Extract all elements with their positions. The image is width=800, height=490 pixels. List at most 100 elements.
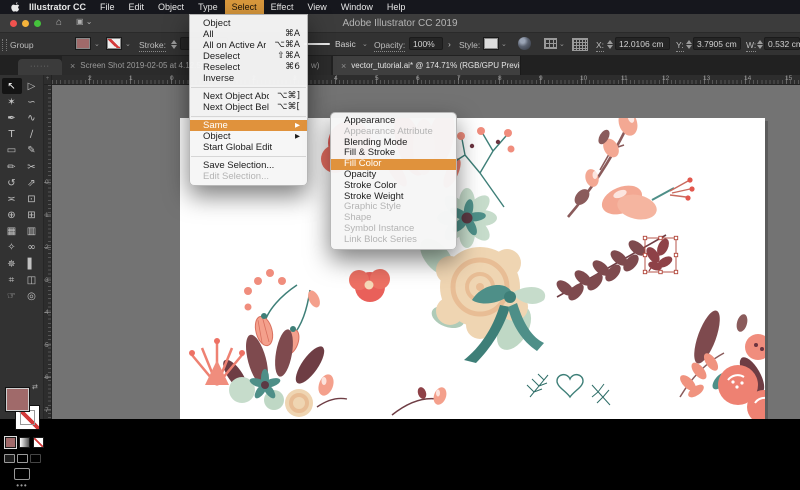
draw-normal-button[interactable] [4,454,15,463]
brush-chevron-icon[interactable]: ⌄ [362,40,368,48]
gradient-mode-button[interactable] [19,437,30,448]
selection-tool-icon[interactable]: ↖ [1,78,22,95]
menubar-item-object[interactable]: Object [151,0,191,14]
menu-item-opacity[interactable]: Opacity [331,170,456,181]
document-tab-active[interactable]: × vector_tutorial.ai* @ 174.71% (RGB/GPU … [333,56,521,75]
fill-chevron-icon[interactable]: ⌄ [94,40,100,48]
menubar-item-view[interactable]: View [300,0,333,14]
menu-item-blending-mode[interactable]: Blending Mode [331,138,456,149]
type-tool-icon[interactable]: T [2,127,22,143]
x-value-field[interactable]: 12.0106 cm [615,37,670,50]
menu-item-next-object-above[interactable]: Next Object Above ⌥⌘] [190,91,307,102]
blend-tool-icon[interactable]: ∞ [22,240,42,256]
rotate-tool-icon[interactable]: ↺ [2,175,22,191]
tab-bar-stub[interactable]: ······ [18,59,62,75]
menu-item-all[interactable]: All ⌘A [190,29,307,40]
close-tab-icon[interactable]: × [341,61,346,71]
curvature-tool-icon[interactable]: ∿ [22,110,42,126]
horizontal-ruler[interactable]: 210123456789101112131415 [52,75,800,85]
panel-grip[interactable] [2,39,7,51]
symbol-sprayer-tool-icon[interactable]: ✵ [2,256,22,272]
menubar-item-effect[interactable]: Effect [264,0,301,14]
menu-item-same[interactable]: Same ▶ [190,120,307,131]
line-segment-tool-icon[interactable]: ∕ [22,127,42,143]
arrange-documents-icon[interactable] [544,38,557,49]
menubar-item-edit[interactable]: Edit [122,0,152,14]
artboard-tool-icon[interactable]: ⌗ [2,272,22,288]
rectangle-tool-icon[interactable]: ▭ [2,143,22,159]
ruler-origin-corner[interactable]: + [44,75,52,85]
menu-item-all-on-active-artboard[interactable]: All on Active Artboard ⌥⌘A [190,40,307,51]
stroke-chevron-icon[interactable]: ⌄ [125,40,131,48]
hand-tool-icon[interactable]: ☞ [2,288,22,304]
scale-tool-icon[interactable]: ⇗ [22,175,42,191]
paintbrush-tool-icon[interactable]: ✎ [22,143,42,159]
opacity-field[interactable]: 100% [409,37,443,50]
edit-toolbar-dots[interactable]: ••• [0,481,44,490]
y-value-field[interactable]: 3.7905 cm [693,37,741,50]
opacity-more-arrow[interactable]: › [448,39,451,49]
menubar-item-file[interactable]: File [93,0,122,14]
menubar-item-type[interactable]: Type [191,0,225,14]
graph-tool-icon[interactable]: ▌ [22,256,42,272]
menu-item-stroke-color[interactable]: Stroke Color [331,181,456,192]
gradient-tool-icon[interactable]: ▥ [22,224,42,240]
change-screen-mode-button[interactable] [14,468,30,480]
opacity-label[interactable]: Opacity: [374,40,406,52]
fill-color-swatch[interactable] [75,37,91,50]
close-tab-icon[interactable]: × [70,61,75,71]
menu-item-fill-color[interactable]: Fill Color [331,159,456,170]
y-stepper[interactable] [685,38,692,50]
document-setup-globe-icon[interactable] [518,37,531,50]
pen-tool-icon[interactable]: ✒ [2,110,22,126]
style-swatch[interactable] [483,37,499,50]
none-mode-button[interactable] [33,437,44,448]
menubar-item-select[interactable]: Select [224,0,264,14]
free-transform-tool-icon[interactable]: ⊡ [22,191,42,207]
perspective-grid-tool-icon[interactable]: ⊞ [22,208,42,224]
scissors-tool-icon[interactable]: ✂ [22,159,42,175]
x-stepper[interactable] [606,38,613,50]
menu-item-stroke-weight[interactable]: Stroke Weight [331,192,456,203]
stroke-weight-label[interactable]: Stroke: [139,40,166,52]
menu-item-fill-stroke[interactable]: Fill & Stroke [331,148,456,159]
w-stepper[interactable] [756,38,763,50]
transform-reference-icon[interactable] [572,38,588,51]
menu-item-next-object-below[interactable]: Next Object Below ⌥⌘[ [190,102,307,113]
brush-name[interactable]: Basic [331,37,363,50]
menu-item-deselect[interactable]: Deselect ⇧⌘A [190,51,307,62]
menu-item-object[interactable]: Object ▶ [190,131,307,142]
width-tool-icon[interactable]: ≍ [2,191,22,207]
x-label[interactable]: X: [596,40,605,52]
color-mode-button[interactable] [5,437,16,448]
menu-item-object[interactable]: Object [190,18,307,29]
pencil-tool-icon[interactable]: ✏ [2,159,22,175]
eyedropper-tool-icon[interactable]: ✧ [2,240,22,256]
stroke-weight-stepper[interactable] [170,38,177,50]
style-chevron-icon[interactable]: ⌄ [501,40,507,48]
toolbar-fill-swatch[interactable] [5,387,30,412]
menubar-item-help[interactable]: Help [380,0,413,14]
y-label[interactable]: Y: [676,40,684,52]
vertical-ruler[interactable]: 0 1 2 3 4 5 6 7 [44,85,52,419]
magic-wand-tool-icon[interactable]: ✶ [2,94,22,110]
w-value-field[interactable]: 0.532 cm [764,37,800,50]
draw-behind-button[interactable] [17,454,28,463]
draw-inside-button[interactable] [30,454,41,463]
menu-item-start-global-edit[interactable]: Start Global Edit [190,142,307,153]
menubar-item-window[interactable]: Window [334,0,380,14]
zoom-tool-icon[interactable]: ◎ [22,288,42,304]
lasso-tool-icon[interactable]: ∽ [22,94,42,110]
mesh-tool-icon[interactable]: ▦ [2,224,22,240]
apple-menu-icon[interactable] [8,1,22,13]
stroke-color-swatch[interactable] [106,37,122,50]
arrange-documents-chevron-icon[interactable]: ⌄ [559,40,565,48]
menu-item-appearance[interactable]: Appearance [331,116,456,127]
menubar-item-illustrator-cc[interactable]: Illustrator CC [22,0,93,14]
menu-item-save-selection[interactable]: Save Selection... [190,160,307,171]
swap-fill-stroke-icon[interactable]: ⇄ [32,383,38,391]
shape-builder-tool-icon[interactable]: ⊕ [2,208,22,224]
menu-item-reselect[interactable]: Reselect ⌘6 [190,62,307,73]
slice-tool-icon[interactable]: ◫ [22,272,42,288]
menu-item-inverse[interactable]: Inverse [190,73,307,84]
